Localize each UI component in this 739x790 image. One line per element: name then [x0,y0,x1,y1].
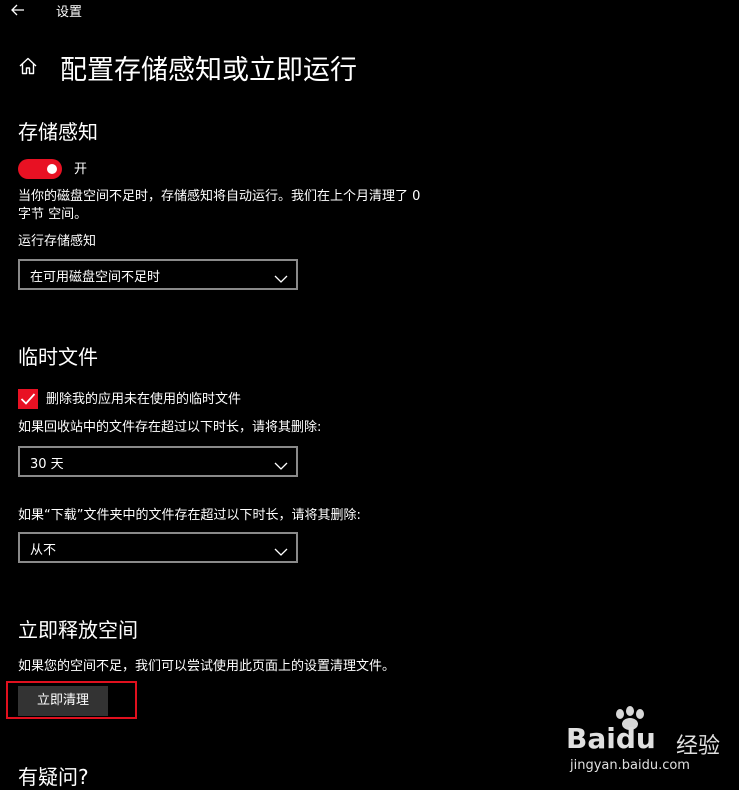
watermark-brand-suffix: 经验 [676,734,721,759]
toggle-knob [47,164,57,174]
downloads-dropdown[interactable]: 从不 [18,532,298,563]
run-storage-sense-dropdown[interactable]: 在可用磁盘空间不足时 [18,259,298,290]
temp-files-heading: 临时文件 [18,345,98,369]
storage-sense-description-line1: 当你的磁盘空间不足时，存储感知将自动运行。我们在上个月清理了 0 [18,189,421,204]
downloads-label: 如果“下载”文件夹中的文件存在超过以下时长，请将其删除: [18,508,361,523]
window-title: 设置 [56,5,83,20]
delete-temp-files-label: 删除我的应用未在使用的临时文件 [46,392,242,407]
chevron-down-icon [274,542,288,556]
storage-sense-description-line2: 字节 空间。 [18,207,88,222]
chevron-down-icon [274,456,288,470]
downloads-value: 从不 [30,543,57,558]
watermark-url: jingyan.baidu.com [570,758,690,773]
baidu-jingyan-watermark: Baidu 经验 jingyan.baidu.com [566,706,732,776]
back-arrow-icon[interactable] [8,0,28,20]
watermark-brand: Baidu [566,722,656,755]
recycle-bin-value: 30 天 [30,457,64,472]
free-space-description: 如果您的空间不足，我们可以尝试使用此页面上的设置清理文件。 [18,659,396,674]
delete-temp-files-checkbox[interactable] [18,389,38,409]
page-title: 配置存储感知或立即运行 [60,55,357,86]
recycle-bin-label: 如果回收站中的文件存在超过以下时长，请将其删除: [18,420,322,435]
home-icon[interactable] [18,56,38,76]
chevron-down-icon [274,269,288,283]
storage-sense-heading: 存储感知 [18,120,98,144]
toggle-state-label: 开 [74,162,88,177]
checkmark-icon [20,393,36,405]
recycle-bin-dropdown[interactable]: 30 天 [18,446,298,477]
run-storage-sense-value: 在可用磁盘空间不足时 [30,270,161,285]
storage-sense-toggle[interactable] [18,159,62,179]
free-space-heading: 立即释放空间 [18,618,138,642]
highlight-annotation [6,681,137,719]
run-storage-sense-label: 运行存储感知 [18,234,97,249]
questions-heading: 有疑问? [18,765,89,789]
